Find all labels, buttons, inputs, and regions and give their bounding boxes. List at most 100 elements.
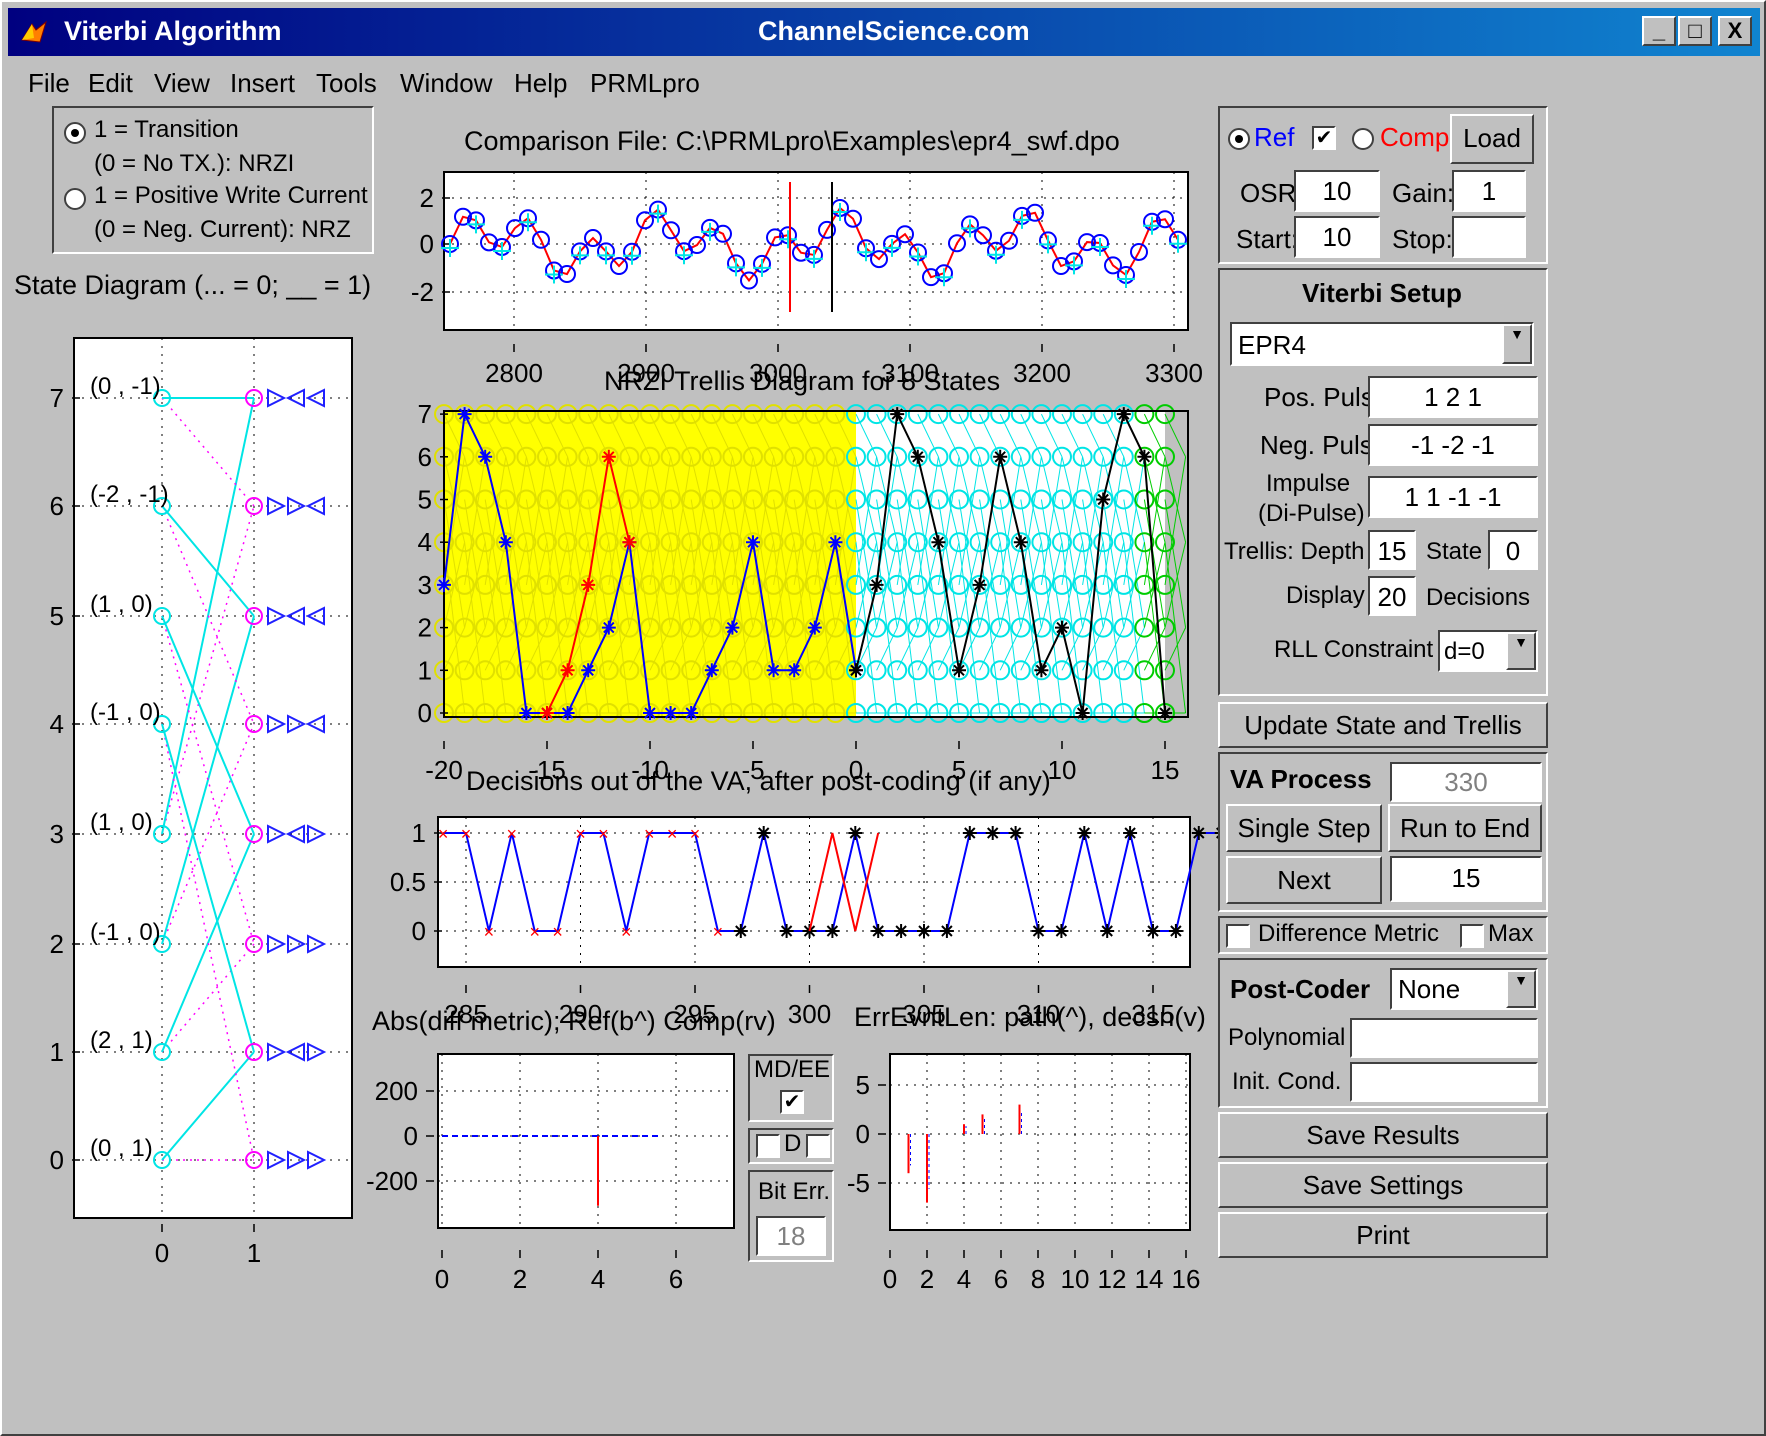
err-ytick-label: 5: [856, 1070, 870, 1100]
close-button[interactable]: X: [1718, 16, 1752, 46]
next-button[interactable]: Next: [1226, 856, 1382, 904]
dec-comp-point: [985, 826, 1000, 840]
trellis-future-point: [869, 577, 884, 592]
state-node-label: (-1 , 0): [90, 919, 161, 946]
dec-comp-point: [939, 924, 954, 938]
maximize-icon: □: [1688, 18, 1702, 43]
state-field[interactable]: 0: [1488, 530, 1538, 570]
menu-file[interactable]: File: [28, 68, 70, 99]
dec-ref-point: ×: [438, 824, 449, 844]
err-xtick-label: 4: [957, 1264, 971, 1294]
menu-insert[interactable]: Insert: [230, 68, 295, 99]
post-coder-select[interactable]: None ▼: [1390, 968, 1538, 1010]
next-value-field[interactable]: 15: [1390, 856, 1542, 902]
d-label: D: [784, 1130, 802, 1157]
minimize-button[interactable]: _: [1642, 16, 1676, 46]
trellis-future-point: [1158, 706, 1172, 720]
err-xtick-label: 8: [1031, 1264, 1045, 1294]
menu-tools[interactable]: Tools: [316, 68, 377, 99]
gain-field[interactable]: 1: [1452, 170, 1526, 212]
dec-ref-point: ×: [690, 824, 701, 844]
osr-field[interactable]: 10: [1294, 170, 1380, 212]
trellis-survivor-point: [560, 706, 575, 720]
title-bar[interactable]: Viterbi Algorithm ChannelScience.com _ □…: [8, 8, 1760, 56]
transition-radio[interactable]: [64, 122, 86, 144]
trellis-future-point: [1075, 706, 1090, 720]
trellis-plot: -20 -15 -10 -5 0 5 10 15 0 1 2 3 4 5 6 7: [418, 399, 1189, 785]
trellis-survivor-point: [437, 577, 451, 592]
trellis-ytick-label: 7: [418, 399, 432, 429]
trellis-survivor-point: [663, 706, 678, 720]
comp-radio[interactable]: [1352, 128, 1374, 150]
dec-comp-point: [756, 826, 771, 840]
chevron-down-icon[interactable]: ▼: [1506, 632, 1536, 670]
trellis-survivor-point: [643, 706, 657, 720]
save-settings-button[interactable]: Save Settings: [1218, 1162, 1548, 1208]
display-field[interactable]: 20: [1368, 576, 1416, 616]
run-to-end-button[interactable]: Run to End: [1388, 804, 1542, 852]
trellis-survivor-point: [478, 449, 493, 464]
menu-window[interactable]: Window: [400, 68, 492, 99]
dec-xtick-label: 295: [673, 999, 716, 1029]
state-node-label: (-1 , 0): [90, 699, 161, 726]
err-xtick-label: 10: [1061, 1264, 1090, 1294]
trellis-ytick-label: 4: [418, 527, 432, 557]
err-event-plot: 0 2 4 6 8 10 12 14 1650-5: [847, 1053, 1200, 1294]
neg-pulse-field[interactable]: -1 -2 -1: [1368, 424, 1538, 466]
ref-radio[interactable]: [1228, 128, 1250, 150]
trellis-branch: [1164, 456, 1187, 543]
trellis-xtick-label: -20: [425, 755, 463, 785]
dec-comp-point: [1077, 826, 1092, 840]
mdee-checkbox[interactable]: ✔: [780, 1090, 804, 1114]
polynomial-field[interactable]: [1350, 1018, 1538, 1058]
single-step-button[interactable]: Single Step: [1226, 804, 1382, 852]
trellis-xtick-label: 10: [1048, 755, 1077, 785]
stop-field[interactable]: [1452, 216, 1526, 258]
maximize-button[interactable]: □: [1678, 16, 1712, 46]
di-pulse-label: (Di-Pulse): [1258, 500, 1365, 527]
depth-field[interactable]: 15: [1368, 530, 1416, 570]
menu-view[interactable]: View: [154, 68, 210, 99]
dec-xtick-label: 315: [1131, 999, 1174, 1029]
menu-help[interactable]: Help: [514, 68, 567, 99]
trellis-survivor-point: [684, 706, 699, 720]
trellis-ytick-label: 5: [418, 485, 432, 515]
dec-ref-point: ×: [713, 922, 724, 942]
trellis-survivor-point: [787, 663, 802, 678]
trellis-comp-point: [622, 535, 637, 550]
menu-edit[interactable]: Edit: [88, 68, 133, 99]
diff-ytick-label: 0: [404, 1121, 418, 1151]
pos-pulse-field[interactable]: 1 2 1: [1368, 376, 1538, 418]
write-current-radio[interactable]: [64, 188, 86, 210]
dec-comp-point: [894, 924, 909, 938]
print-button[interactable]: Print: [1218, 1212, 1548, 1258]
dec-ytick-label: 0: [412, 916, 426, 946]
update-state-trellis-button[interactable]: Update State and Trellis: [1218, 702, 1548, 748]
menu-prmlpro[interactable]: PRMLpro: [590, 68, 700, 99]
max-checkbox[interactable]: [1460, 924, 1484, 948]
d-checkbox-right[interactable]: [806, 1134, 830, 1158]
dec-comp-point: [1123, 826, 1138, 840]
window-center-title: ChannelScience.com: [758, 16, 1030, 46]
rll-select[interactable]: d=0 ▼: [1438, 630, 1538, 672]
load-button[interactable]: Load: [1450, 114, 1534, 164]
trellis-future-point: [952, 663, 966, 678]
init-cond-field[interactable]: [1350, 1062, 1538, 1102]
start-field[interactable]: 10: [1294, 216, 1380, 258]
chevron-down-icon[interactable]: ▼: [1502, 324, 1532, 364]
close-icon: X: [1727, 18, 1743, 43]
state-ytick-label: 5: [50, 601, 64, 631]
trellis-future-point: [1034, 663, 1049, 678]
impulse-field[interactable]: 1 1 -1 -1: [1368, 476, 1538, 518]
trellis-future-point: [1055, 620, 1069, 635]
diff-xtick-label: 4: [591, 1264, 605, 1294]
chevron-down-icon[interactable]: ▼: [1506, 970, 1536, 1008]
impulse-label: Impulse: [1266, 470, 1351, 497]
trellis-xtick-label: 5: [952, 755, 966, 785]
save-results-button[interactable]: Save Results: [1218, 1112, 1548, 1158]
ref-checkbox[interactable]: ✔: [1312, 126, 1336, 150]
channel-select[interactable]: EPR4 ▼: [1230, 322, 1534, 366]
d-checkbox-left[interactable]: [756, 1134, 780, 1158]
difference-metric-checkbox[interactable]: [1226, 924, 1250, 948]
dec-comp-point: [917, 924, 931, 938]
